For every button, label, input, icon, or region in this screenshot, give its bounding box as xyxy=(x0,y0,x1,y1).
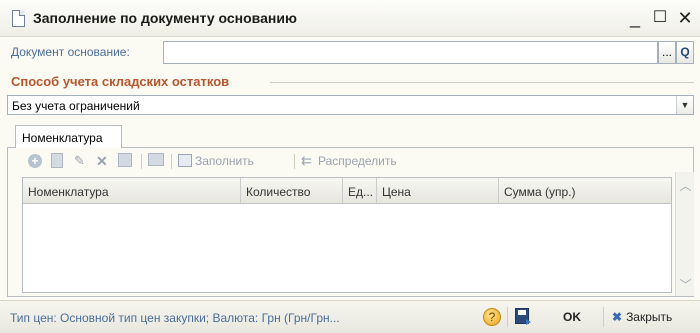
copy-icon[interactable] xyxy=(51,153,63,168)
column-header-price[interactable]: Цена xyxy=(377,178,499,203)
save-arrow-icon xyxy=(526,319,531,325)
section-title-stock-method: Способ учета складских остатков xyxy=(11,74,234,89)
column-header-nomenclature[interactable]: Номенклатура xyxy=(23,178,241,203)
doc-basis-input[interactable] xyxy=(163,41,658,64)
close-label: Закрыть xyxy=(626,310,673,324)
end-edit-icon[interactable] xyxy=(118,153,132,167)
fill-button[interactable]: Заполнить xyxy=(178,153,254,169)
ok-button[interactable]: OK xyxy=(552,310,592,326)
distribute-label: Распределить xyxy=(318,154,397,168)
sort-icon[interactable] xyxy=(148,153,164,166)
fill-icon xyxy=(178,154,192,167)
scroll-up-icon[interactable]: ︿ xyxy=(678,178,693,194)
toolbar-separator xyxy=(294,154,295,169)
close-button[interactable]: ✖ Закрыть xyxy=(612,310,672,324)
nomenclature-table[interactable]: Номенклатура Количество Ед... Цена Сумма… xyxy=(22,177,672,293)
help-icon[interactable]: ? xyxy=(483,308,501,326)
maximize-button[interactable]: ☐ xyxy=(649,6,671,30)
add-icon[interactable]: + xyxy=(28,154,42,168)
distribute-button[interactable]: ⇇ Распределить xyxy=(301,153,397,169)
delete-icon[interactable]: ✕ xyxy=(96,153,108,169)
edit-icon[interactable]: ✎ xyxy=(74,153,85,169)
table-header: Номенклатура Количество Ед... Цена Сумма… xyxy=(23,178,671,204)
table-toolbar: + ✎ ✕ Заполнить ⇇ Распределить xyxy=(18,150,668,172)
column-header-unit[interactable]: Ед... xyxy=(343,178,377,203)
stock-method-value: Без учета ограничений xyxy=(12,99,140,113)
status-separator xyxy=(603,307,604,327)
column-header-quantity[interactable]: Количество xyxy=(241,178,343,203)
status-separator xyxy=(507,307,508,327)
document-icon xyxy=(12,10,25,27)
close-window-button[interactable]: ✕ xyxy=(674,6,696,30)
vertical-scrollbar[interactable]: ︿ ﹀ xyxy=(675,172,694,296)
chevron-down-icon[interactable]: ▼ xyxy=(676,96,693,114)
toolbar-separator xyxy=(141,154,142,169)
doc-basis-label: Документ основание: xyxy=(11,45,130,59)
toolbar-separator xyxy=(171,154,172,169)
status-bar: Тип цен: Основной тип цен закупки; Валют… xyxy=(0,300,700,333)
distribute-icon: ⇇ xyxy=(301,153,312,168)
window-title: Заполнение по документу основанию xyxy=(33,10,297,26)
doc-basis-open-button[interactable]: Q xyxy=(676,41,694,64)
doc-basis-select-button[interactable]: ... xyxy=(658,41,676,64)
scroll-down-icon[interactable]: ﹀ xyxy=(678,277,693,293)
section-divider xyxy=(270,82,694,83)
price-type-info[interactable]: Тип цен: Основной тип цен закупки; Валют… xyxy=(10,311,340,325)
stock-method-select[interactable]: Без учета ограничений ▼ xyxy=(7,95,694,115)
fill-label: Заполнить xyxy=(195,154,254,168)
tab-nomenclature[interactable]: Номенклатура xyxy=(15,125,122,148)
minimize-button[interactable]: _ xyxy=(624,6,646,30)
title-bar: Заполнение по документу основанию _ ☐ ✕ xyxy=(0,0,700,37)
close-icon: ✖ xyxy=(612,310,623,324)
column-header-sum[interactable]: Сумма (упр.) xyxy=(499,178,671,203)
